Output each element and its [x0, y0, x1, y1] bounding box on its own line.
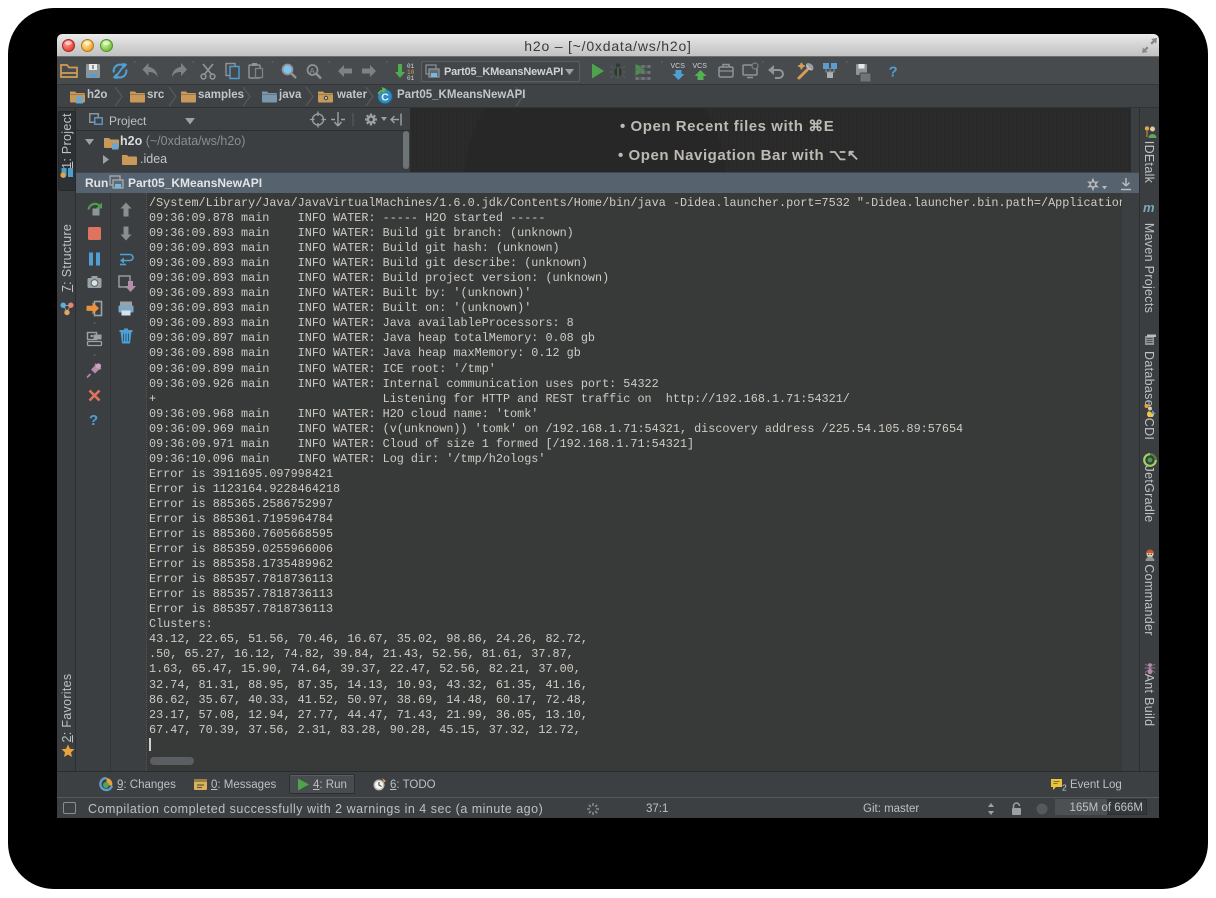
svg-text:?: ?: [889, 64, 898, 81]
svg-text:VCS: VCS: [693, 63, 708, 70]
svg-text:?: ?: [89, 412, 98, 429]
svg-text:01: 01: [407, 75, 415, 82]
svg-text:VCS: VCS: [671, 63, 686, 70]
svg-text:C: C: [381, 92, 389, 104]
svg-text:A: A: [310, 67, 316, 76]
svg-text:2: 2: [1062, 783, 1067, 793]
